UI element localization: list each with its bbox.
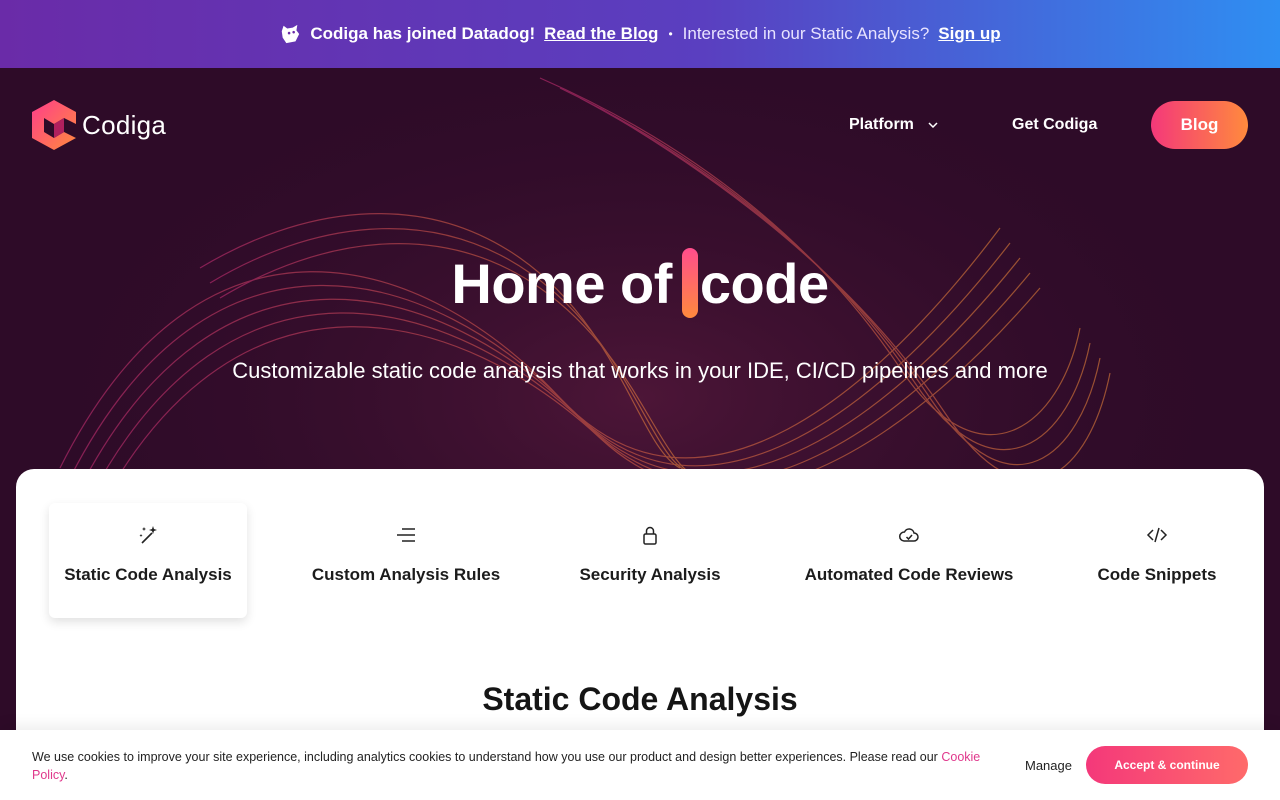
tab-label: Custom Analysis Rules	[311, 565, 501, 584]
nav-platform[interactable]: Platform	[849, 116, 938, 134]
signup-link[interactable]: Sign up	[938, 24, 1000, 44]
list-lines-icon	[397, 528, 415, 542]
tab-label: Static Code Analysis	[64, 565, 232, 584]
accept-cookies-button[interactable]: Accept & continue	[1086, 746, 1248, 784]
banner-lead: Codiga has joined Datadog!	[310, 24, 536, 43]
banner-question: Interested in our Static Analysis?	[682, 24, 930, 43]
cookie-message-block: We use cookies to improve your site expe…	[32, 748, 1002, 784]
headline-prefix: Home of	[451, 251, 672, 315]
typing-cursor	[681, 248, 698, 318]
tab-label: Code Snippets	[1097, 565, 1217, 584]
tab-static-code-analysis[interactable]: Static Code Analysis	[49, 503, 247, 618]
headline-suffix: code	[699, 251, 829, 315]
datadog-icon	[282, 24, 300, 44]
cloud-check-icon	[899, 528, 919, 542]
hero-headline: Home of code	[0, 248, 1280, 318]
lock-icon	[643, 526, 657, 545]
tab-security-analysis[interactable]: Security Analysis	[570, 503, 730, 618]
cookie-banner: We use cookies to improve your site expe…	[0, 730, 1280, 800]
codiga-logo-icon	[32, 100, 76, 150]
cookie-message: We use cookies to improve your site expe…	[32, 750, 938, 764]
top-nav: Codiga Platform Get Codiga Blog	[0, 68, 1280, 182]
tab-custom-analysis-rules[interactable]: Custom Analysis Rules	[306, 503, 506, 618]
codiga-logo[interactable]: Codiga	[32, 100, 166, 150]
cookie-period: .	[64, 768, 68, 782]
logo-text: Codiga	[82, 109, 167, 140]
tab-code-snippets[interactable]: Code Snippets	[1086, 503, 1228, 618]
blog-button[interactable]: Blog	[1151, 101, 1248, 149]
tab-label: Security Analysis	[579, 565, 721, 584]
chevron-down-icon	[928, 122, 938, 129]
hero-subline: Customizable static code analysis that w…	[232, 358, 1048, 383]
read-blog-link[interactable]: Read the Blog	[544, 24, 658, 44]
code-brackets-icon	[1146, 527, 1168, 543]
nav-platform-label: Platform	[849, 116, 914, 133]
tab-automated-code-reviews[interactable]: Automated Code Reviews	[796, 503, 1022, 618]
banner-separator: •	[668, 27, 673, 41]
tab-label: Automated Code Reviews	[804, 565, 1014, 584]
section-title: Static Code Analysis	[482, 681, 798, 717]
announcement-banner: Codiga has joined Datadog! Read the Blog…	[0, 0, 1280, 68]
nav-get-codiga[interactable]: Get Codiga	[1012, 116, 1097, 134]
magic-wand-icon	[139, 526, 157, 544]
manage-cookies-button[interactable]: Manage	[1025, 758, 1072, 773]
